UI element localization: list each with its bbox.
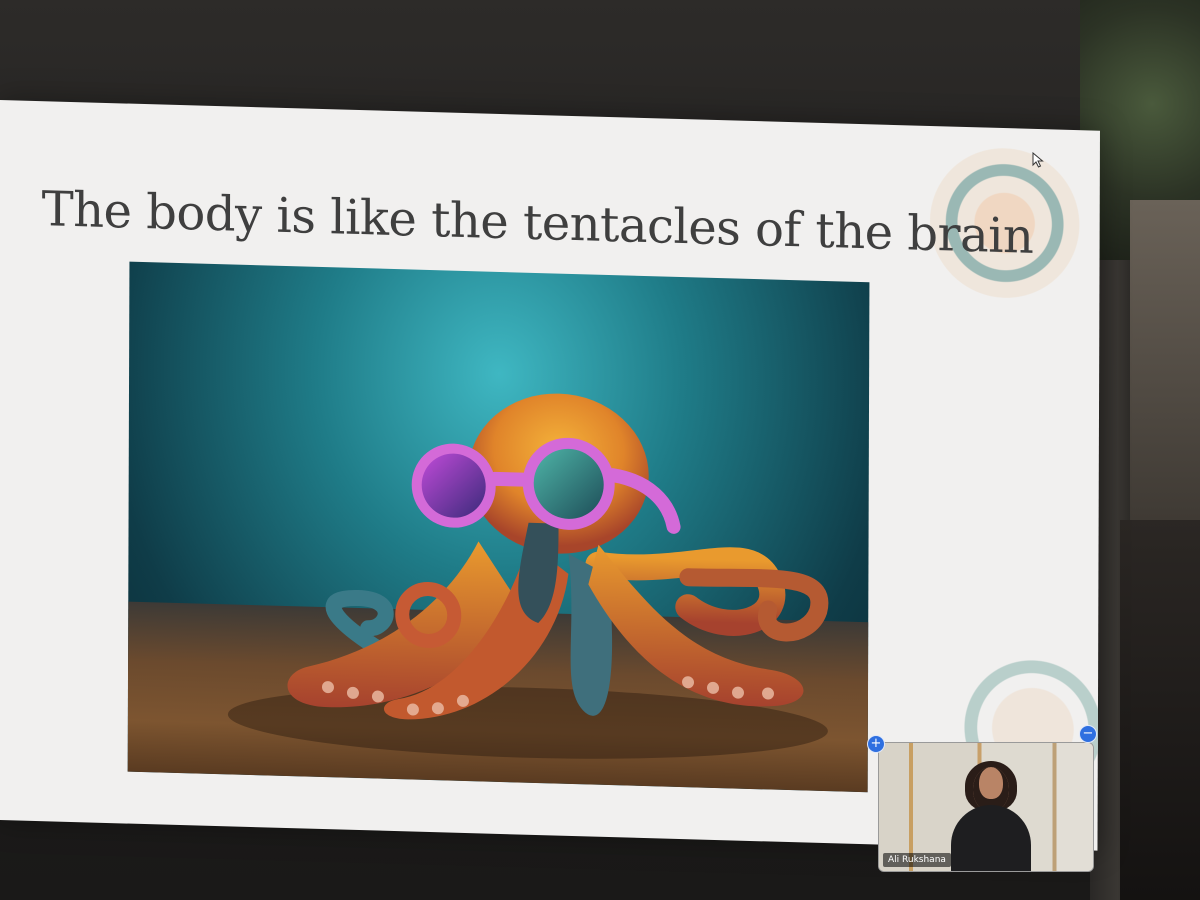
presentation-slide: The body is like the tentacles of the br… [0, 100, 1100, 851]
participant-video-tile[interactable]: Ali Rukshana [878, 742, 1094, 872]
participant-name-label: Ali Rukshana [883, 853, 951, 867]
background-desk [1120, 520, 1200, 900]
octopus-image [127, 261, 870, 793]
slide-title: The body is like the tentacles of the br… [41, 181, 1034, 265]
plus-icon[interactable]: + [867, 735, 885, 753]
octopus-illustration [227, 393, 829, 759]
mouse-pointer-icon [1032, 152, 1044, 168]
background-wall [1130, 200, 1200, 520]
minus-icon[interactable]: − [1079, 725, 1097, 743]
